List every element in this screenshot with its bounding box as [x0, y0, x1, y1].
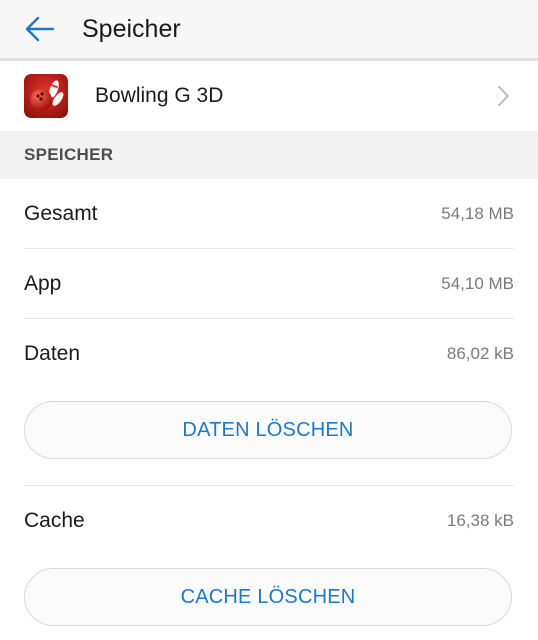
section-title: SPEICHER — [24, 145, 114, 164]
data-label: Daten — [24, 342, 81, 365]
app-name: Bowling G 3D — [95, 84, 224, 107]
chevron-right-icon — [496, 85, 510, 107]
total-value: 54,18 MB — [441, 204, 514, 223]
back-button[interactable] — [24, 13, 56, 45]
cache-value: 16,38 kB — [446, 511, 514, 530]
storage-app-row: App 54,10 MB — [24, 249, 514, 319]
arrow-left-icon — [25, 16, 55, 42]
storage-panel: Gesamt 54,18 MB App 54,10 MB Daten 86,02… — [0, 179, 538, 640]
app-label: App — [24, 272, 62, 295]
top-app-bar: Speicher — [0, 0, 538, 58]
page-title: Speicher — [82, 14, 181, 43]
cache-label: Cache — [24, 509, 85, 532]
clear-data-button[interactable]: DATEN LÖSCHEN — [24, 401, 512, 459]
app-info-row[interactable]: Bowling G 3D — [0, 61, 538, 131]
storage-total-row: Gesamt 54,18 MB — [24, 179, 514, 249]
storage-data-row: Daten 86,02 kB — [24, 319, 514, 389]
bowling-app-icon — [24, 74, 68, 118]
total-label: Gesamt — [24, 202, 98, 225]
storage-cache-row: Cache 16,38 kB — [24, 486, 514, 556]
clear-cache-button[interactable]: CACHE LÖSCHEN — [24, 568, 512, 626]
section-header-storage: SPEICHER — [0, 131, 538, 179]
app-value: 54,10 MB — [441, 274, 514, 293]
data-value: 86,02 kB — [446, 344, 514, 363]
